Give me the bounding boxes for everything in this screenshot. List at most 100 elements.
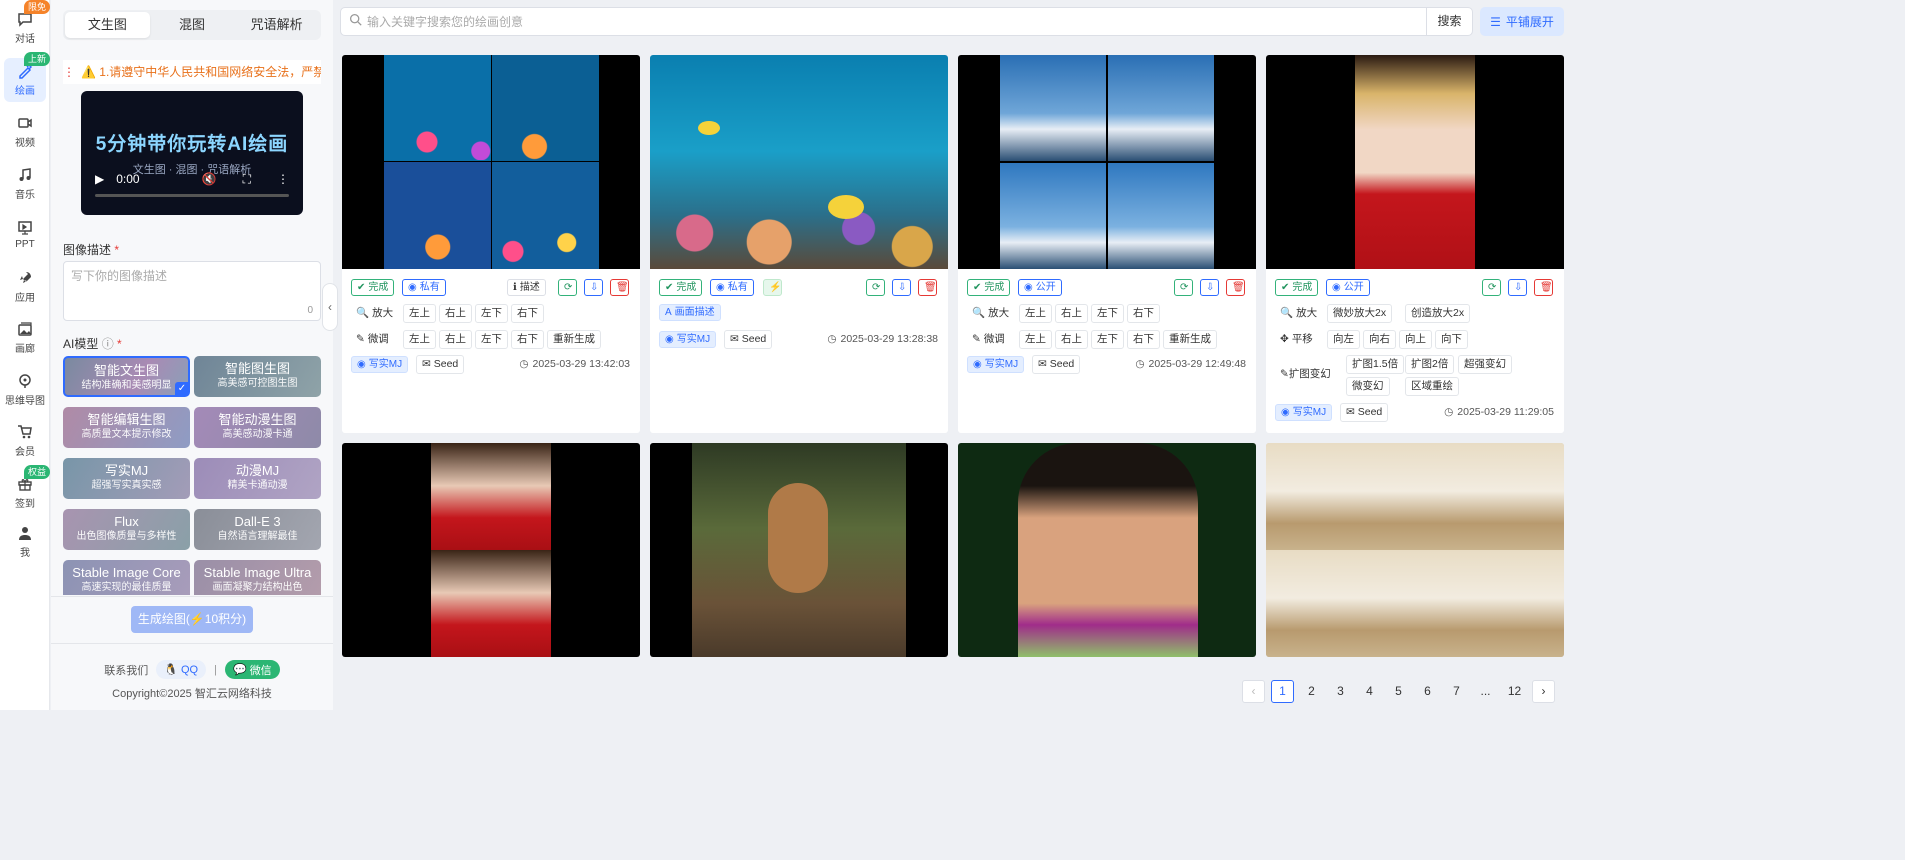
upscale-bottom-right[interactable]: 右下 (1127, 304, 1160, 323)
info-icon[interactable]: ⓘ (102, 337, 114, 351)
more-icon[interactable]: ⋮ (277, 172, 289, 186)
page-7[interactable]: 7 (1445, 680, 1468, 703)
refresh-button[interactable]: ⟳ (1482, 279, 1501, 296)
tab-text2img[interactable]: 文生图 (65, 12, 150, 38)
tab-prompt-analysis[interactable]: 咒语解析 (234, 12, 319, 38)
refresh-button[interactable]: ⟳ (558, 279, 577, 296)
refresh-button[interactable]: ⟳ (1174, 279, 1193, 296)
delete-button[interactable]: 🗑 (1226, 279, 1245, 296)
variation-bottom-right[interactable]: 右下 (511, 330, 544, 349)
fullscreen-icon[interactable]: ⛶ (243, 172, 251, 187)
seed-button[interactable]: ✉ Seed (416, 355, 465, 374)
nav-mindmap[interactable]: 思维导图 (4, 368, 46, 412)
delete-button[interactable]: 🗑 (610, 279, 629, 296)
page-5[interactable]: 5 (1387, 680, 1410, 703)
nav-paint[interactable]: 上新 绘画 (4, 52, 50, 102)
wechat-button[interactable]: 💬 微信 (224, 660, 280, 679)
next-page-button[interactable]: › (1532, 680, 1555, 703)
desc-input[interactable]: 写下你的图像描述 0 (63, 261, 321, 321)
generate-button[interactable]: 生成绘图(⚡10积分) (131, 606, 253, 633)
variation-top-left[interactable]: 左上 (1019, 330, 1052, 349)
page-3[interactable]: 3 (1329, 680, 1352, 703)
nav-member[interactable]: 会员 (4, 419, 46, 463)
model-card-dalle3[interactable]: Dall-E 3 自然语言理解最佳 (194, 509, 321, 550)
seed-button[interactable]: ✉ Seed (724, 330, 773, 349)
image-card[interactable] (342, 443, 640, 657)
tab-blend[interactable]: 混图 (150, 12, 235, 38)
page-6[interactable]: 6 (1416, 680, 1439, 703)
upscale-bottom-left[interactable]: 左下 (475, 304, 508, 323)
model-card-sd-core[interactable]: Stable Image Core 高速实现的最佳质量 (63, 560, 190, 595)
model-card-smart-img2img[interactable]: 智能图生图 高美感可控图生图 (194, 356, 321, 397)
image-card[interactable] (1266, 443, 1564, 657)
page-1[interactable]: 1 (1271, 680, 1294, 703)
image-card[interactable] (958, 443, 1256, 657)
variation-top-left[interactable]: 左上 (403, 330, 436, 349)
generated-image[interactable] (1266, 55, 1564, 269)
tile-layout-button[interactable]: ☰ 平铺展开 (1480, 7, 1564, 36)
model-card-realistic-mj[interactable]: 写实MJ 超强写实真实感 (63, 458, 190, 499)
privacy-badge[interactable]: ◉ 公开 (1018, 279, 1062, 296)
search-button[interactable]: 搜索 (1426, 8, 1472, 35)
upscale-bottom-right[interactable]: 右下 (511, 304, 544, 323)
generated-image[interactable] (342, 55, 640, 269)
nav-me[interactable]: 我 (4, 520, 46, 564)
expand-2x-button[interactable]: 扩图2倍 (1405, 355, 1455, 374)
collapse-panel-button[interactable]: ‹ (322, 283, 338, 331)
privacy-badge[interactable]: ◉ 私有 (710, 279, 754, 296)
refresh-button[interactable]: ⟳ (866, 279, 885, 296)
pan-left-button[interactable]: 向左 (1327, 330, 1360, 349)
generated-image[interactable] (958, 55, 1256, 269)
generated-image[interactable] (650, 55, 948, 269)
page-2[interactable]: 2 (1300, 680, 1323, 703)
download-button[interactable]: ⇩ (584, 279, 603, 296)
delete-button[interactable]: 🗑 (918, 279, 937, 296)
pan-right-button[interactable]: 向右 (1363, 330, 1396, 349)
page-ellipsis[interactable]: ... (1474, 680, 1497, 703)
video-progress[interactable] (95, 194, 289, 197)
subtle-upscale-button[interactable]: 微妙放大2x (1327, 304, 1393, 323)
privacy-badge[interactable]: ◉ 公开 (1326, 279, 1370, 296)
regenerate-button[interactable]: 重新生成 (547, 330, 601, 349)
describe-button[interactable]: ℹ 描述 (507, 279, 546, 296)
strong-vary-button[interactable]: 超强变幻 (1458, 355, 1512, 374)
prev-page-button[interactable]: ‹ (1242, 680, 1265, 703)
nav-ppt[interactable]: PPT (4, 213, 46, 257)
upscale-top-left[interactable]: 左上 (403, 304, 436, 323)
nav-chat[interactable]: 限免 对话 (4, 0, 50, 50)
image-describe-button[interactable]: A 画面描述 (659, 304, 721, 321)
regenerate-button[interactable]: 重新生成 (1163, 330, 1217, 349)
variation-bottom-right[interactable]: 右下 (1127, 330, 1160, 349)
download-button[interactable]: ⇩ (1508, 279, 1527, 296)
model-card-smart-text2img[interactable]: 智能文生图 结构准确和美感明显 ✓ (63, 356, 190, 397)
pan-down-button[interactable]: 向下 (1435, 330, 1468, 349)
upscale-top-left[interactable]: 左上 (1019, 304, 1052, 323)
creative-upscale-button[interactable]: 创造放大2x (1405, 304, 1471, 323)
expand-1-5x-button[interactable]: 扩图1.5倍 (1346, 355, 1405, 374)
upscale-bottom-left[interactable]: 左下 (1091, 304, 1124, 323)
variation-top-right[interactable]: 右上 (439, 330, 472, 349)
variation-bottom-left[interactable]: 左下 (475, 330, 508, 349)
mute-icon[interactable]: 🔇 (202, 172, 217, 186)
upscale-top-right[interactable]: 右上 (1055, 304, 1088, 323)
qq-button[interactable]: 🐧 QQ (156, 660, 207, 679)
upscale-top-right[interactable]: 右上 (439, 304, 472, 323)
seed-button[interactable]: ✉ Seed (1340, 403, 1389, 422)
variation-bottom-left[interactable]: 左下 (1091, 330, 1124, 349)
variation-top-right[interactable]: 右上 (1055, 330, 1088, 349)
model-card-flux[interactable]: Flux 出色图像质量与多样性 (63, 509, 190, 550)
delete-button[interactable]: 🗑 (1534, 279, 1553, 296)
nav-music[interactable]: 音乐 (4, 162, 46, 206)
model-card-sd-ultra[interactable]: Stable Image Ultra 画面凝聚力结构出色 (194, 560, 321, 595)
seed-button[interactable]: ✉ Seed (1032, 355, 1081, 374)
page-12[interactable]: 12 (1503, 680, 1526, 703)
model-card-smart-anime[interactable]: 智能动漫生图 高美感动漫卡通 (194, 407, 321, 448)
model-card-smart-edit[interactable]: 智能编辑生图 高质量文本提示修改 (63, 407, 190, 448)
image-card[interactable] (650, 443, 948, 657)
region-redraw-button[interactable]: 区域重绘 (1405, 377, 1459, 396)
page-4[interactable]: 4 (1358, 680, 1381, 703)
subtle-vary-button[interactable]: 微变幻 (1346, 377, 1390, 396)
nav-gallery[interactable]: 画廊 (4, 316, 46, 360)
play-icon[interactable]: ▶ (95, 172, 104, 186)
download-button[interactable]: ⇩ (892, 279, 911, 296)
